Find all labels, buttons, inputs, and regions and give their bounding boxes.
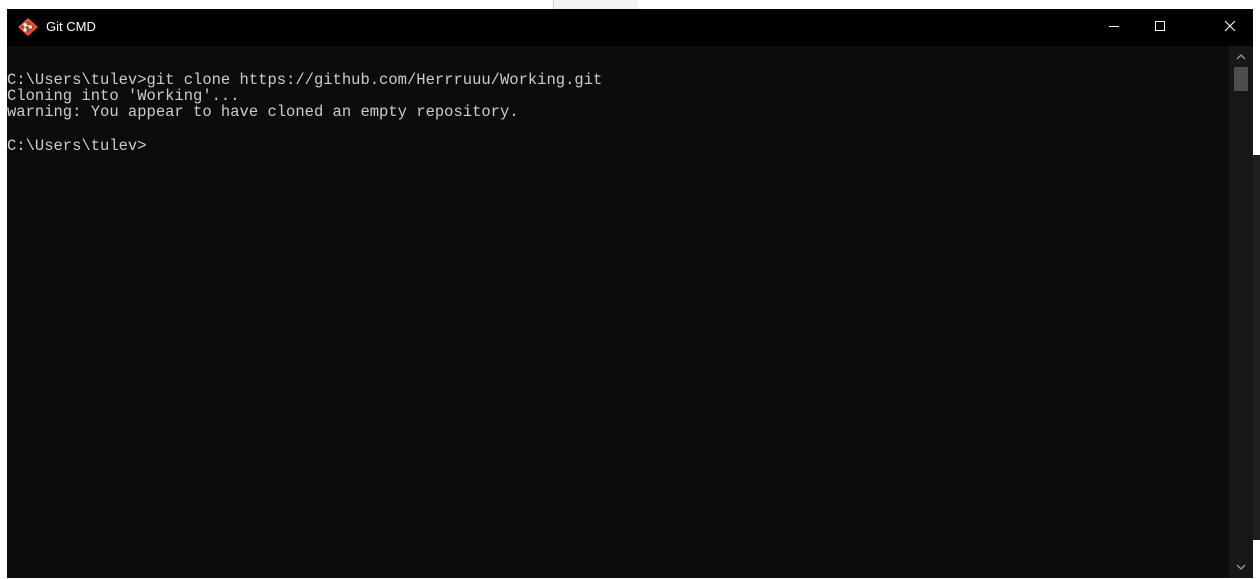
scroll-up-button[interactable] xyxy=(1229,50,1253,64)
background-window-tab xyxy=(553,0,638,9)
maximize-button[interactable] xyxy=(1137,9,1183,46)
chevron-down-icon xyxy=(1229,561,1253,578)
vertical-scrollbar[interactable] xyxy=(1229,46,1253,578)
window-title: Git CMD xyxy=(46,19,96,34)
close-button[interactable] xyxy=(1207,9,1253,46)
scroll-down-button[interactable] xyxy=(1229,560,1253,574)
git-icon xyxy=(18,18,38,36)
scrollbar-thumb[interactable] xyxy=(1234,67,1248,91)
chevron-up-icon xyxy=(1229,51,1253,68)
minimize-icon xyxy=(1108,19,1120,37)
close-icon xyxy=(1224,19,1236,37)
console-line-command: C:\Users\tulev>git clone https://github.… xyxy=(7,71,603,89)
maximize-icon xyxy=(1154,19,1166,37)
git-cmd-window: Git CMD C:\Users\tulev>git clone https:/… xyxy=(7,9,1253,578)
console-output[interactable]: C:\Users\tulev>git clone https://github.… xyxy=(7,46,1229,578)
console-prompt[interactable]: C:\Users\tulev> xyxy=(7,138,147,154)
title-bar[interactable]: Git CMD xyxy=(7,9,1253,46)
console-line-cloning: Cloning into 'Working'... xyxy=(7,87,240,105)
background-window-edge xyxy=(1253,155,1260,540)
minimize-button[interactable] xyxy=(1091,9,1137,46)
console-line-warning: warning: You appear to have cloned an em… xyxy=(7,103,519,121)
